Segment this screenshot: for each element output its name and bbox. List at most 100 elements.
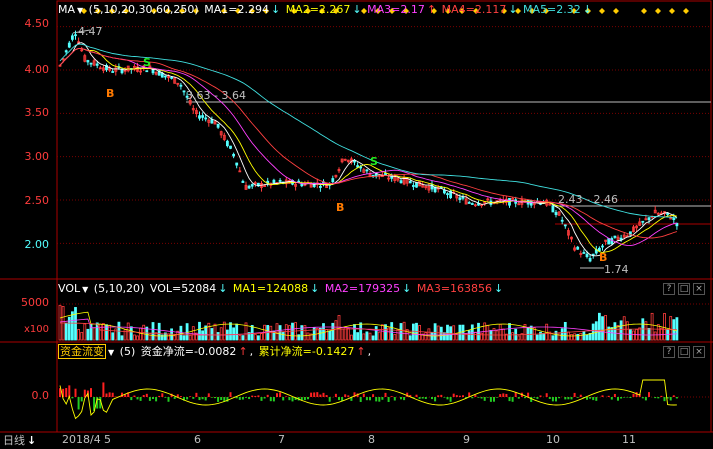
separator-comma: ,: [367, 345, 372, 358]
help-icon[interactable]: ?: [663, 283, 675, 295]
price-indicator-name[interactable]: MA: [58, 3, 75, 16]
volume-bar: [328, 330, 332, 341]
volume-bar: [380, 324, 384, 341]
down-arrow-icon: ↓: [27, 434, 37, 447]
volume-bar: [287, 325, 291, 341]
volume-bar: [632, 330, 635, 341]
volume-bar: [216, 332, 220, 341]
candle-body: [411, 185, 415, 187]
candle-body: [585, 253, 589, 258]
candle-body: [461, 196, 465, 199]
maximize-icon[interactable]: □: [678, 346, 690, 358]
flow-bar: [455, 395, 458, 397]
volume-bar: [455, 334, 459, 341]
flow-bar: [458, 395, 461, 397]
event-marker-icon: [599, 8, 605, 14]
flow-bar: [310, 392, 313, 397]
volume-bar: [80, 331, 84, 341]
flow-bar: [483, 397, 486, 401]
flow-bar: [474, 395, 477, 397]
volume-bar: [371, 335, 375, 341]
volume-bar: [464, 333, 468, 341]
volume-bar: [213, 323, 217, 341]
flow-bar: [654, 397, 657, 399]
volume-bar: [576, 333, 580, 341]
candle-body: [442, 189, 446, 194]
volume-y-tick: 5000: [21, 296, 49, 309]
x-axis-label: 7: [278, 433, 285, 446]
flow-bar: [629, 397, 632, 399]
flow-bar: [499, 394, 502, 397]
close-icon[interactable]: ×: [693, 346, 705, 358]
candle-body: [86, 60, 90, 63]
flow-bar: [338, 397, 340, 401]
volume-bar: [579, 332, 583, 341]
volume-bar: [331, 322, 335, 341]
flow-bar: [214, 397, 216, 399]
period-selector[interactable]: 日线 ↓: [3, 433, 38, 448]
volume-bar: [362, 333, 366, 341]
flow-indicator-header: 资金流变 ▼ (5) 资金净流=-0.0082 ↑, 累计净流=-0.1427 ↑,: [58, 344, 373, 359]
candle-body: [145, 70, 149, 73]
maximize-icon[interactable]: □: [678, 283, 690, 295]
flow-bar: [229, 392, 232, 397]
volume-bar: [411, 323, 415, 341]
candle-body: [64, 50, 68, 53]
volume-indicator-name[interactable]: VOL: [58, 282, 80, 295]
flow-bar: [260, 397, 263, 401]
flow-bar: [496, 397, 499, 398]
dropdown-arrow-icon[interactable]: ▼: [108, 348, 114, 357]
flow-bar: [387, 397, 390, 402]
flow-bar: [533, 397, 536, 398]
volume-bar: [260, 333, 263, 341]
flow-indicator-name[interactable]: 资金流变: [58, 344, 106, 359]
ma2-line: [59, 48, 677, 254]
flow-bar: [186, 397, 189, 400]
flow-bar: [564, 397, 567, 400]
volume-indicator-header: VOL ▼ (5,10,20) VOL=52084 ↓ MA1=124088 ↓ MA…: [58, 281, 505, 296]
volume-bar: [297, 334, 301, 341]
volume-bar: [256, 335, 260, 341]
candle-body: [160, 73, 164, 78]
volume-bar: [666, 329, 669, 341]
flow-bar: [155, 397, 158, 402]
separator-comma: ,: [249, 345, 254, 358]
volume-bar: [132, 334, 136, 341]
candle-body: [182, 90, 186, 93]
dropdown-arrow-icon[interactable]: ▼: [82, 285, 88, 294]
flow-bar: [316, 392, 319, 397]
flow-bar: [511, 397, 514, 402]
candle-body: [163, 75, 167, 78]
volume-bar: [167, 333, 170, 341]
close-icon[interactable]: ×: [693, 283, 705, 295]
candle-body: [675, 222, 679, 227]
flow-bar: [502, 393, 505, 397]
dropdown-arrow-icon[interactable]: ▼: [77, 6, 83, 15]
volume-bar: [291, 322, 294, 341]
resistance-level-label: 3.63 - 3.64: [186, 89, 246, 102]
help-icon[interactable]: ?: [663, 346, 675, 358]
y-tick-label: 4.50: [24, 17, 50, 30]
volume-bar: [591, 323, 595, 341]
flow-bar: [471, 397, 474, 399]
volume-bar: [563, 321, 567, 341]
flow-bar: [384, 392, 387, 397]
flow-bar: [80, 397, 83, 402]
candle-body: [384, 173, 387, 176]
flow-bar: [176, 394, 179, 397]
volume-bar: [325, 329, 329, 341]
stock-chart[interactable]: [0, 0, 713, 449]
volume-arrow-icon: ↓: [218, 282, 228, 295]
candle-body: [179, 84, 183, 87]
flow-bar: [539, 395, 542, 397]
price-indicator-header: MA ▼ (5,10,20,30,60,250) MA1=2.294 ↓ MA2=2…: [58, 2, 594, 17]
volume-bar: [207, 322, 211, 341]
candle-body: [470, 203, 474, 205]
candle-body: [331, 178, 335, 183]
flow-bar: [434, 397, 437, 402]
volume-bar: [278, 325, 282, 341]
flow-bar: [257, 395, 260, 397]
volume-bar: [427, 328, 431, 341]
flow-bar: [437, 395, 440, 397]
flow-bar: [303, 397, 306, 401]
